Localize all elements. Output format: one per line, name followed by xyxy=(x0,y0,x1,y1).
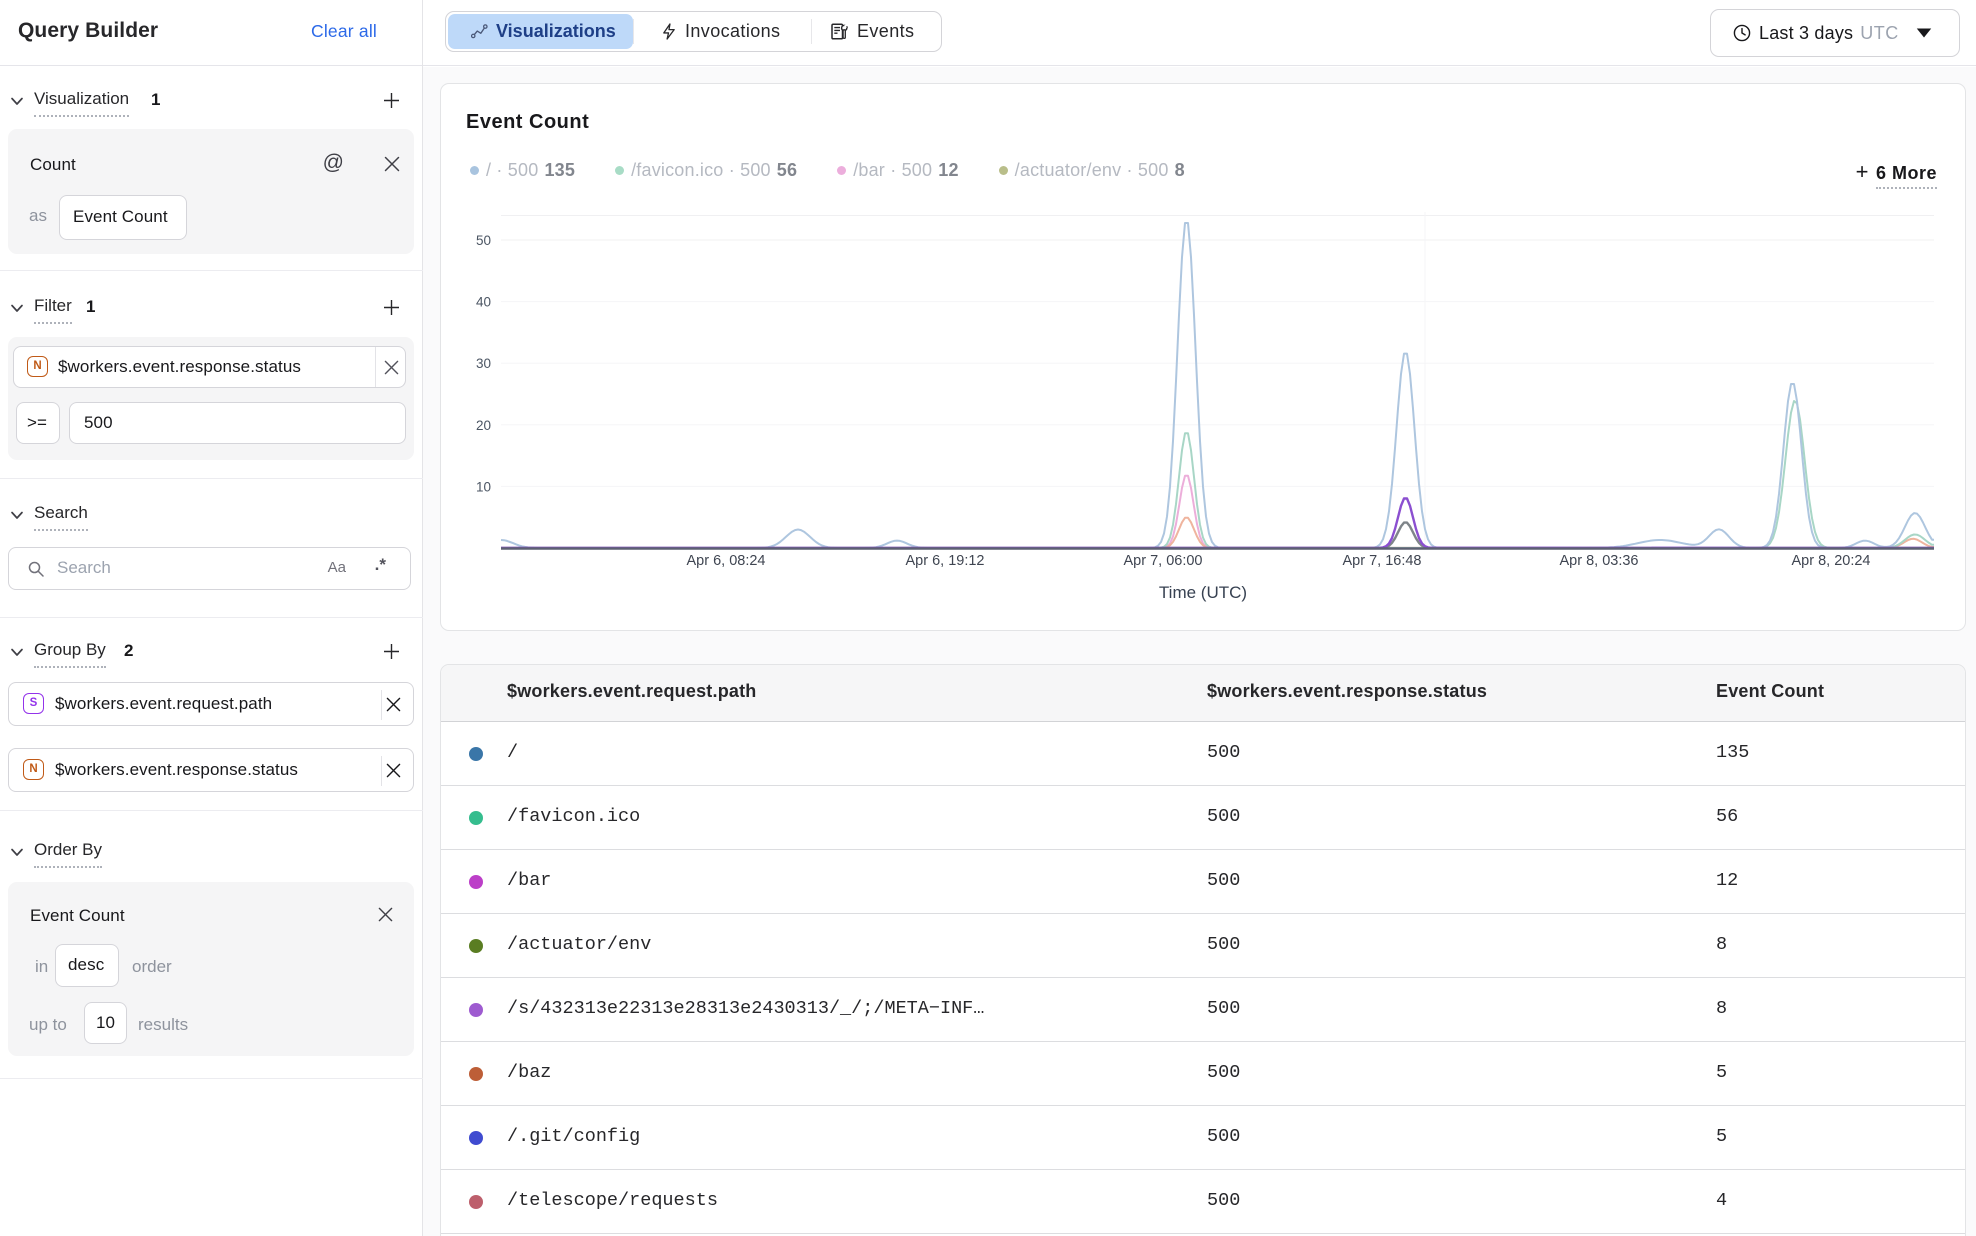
svg-text:Apr 7, 16:48: Apr 7, 16:48 xyxy=(1343,553,1422,569)
svg-text:30: 30 xyxy=(476,356,491,371)
svg-text:50: 50 xyxy=(476,233,491,248)
svg-text:Time (UTC): Time (UTC) xyxy=(1159,583,1247,602)
svg-text:40: 40 xyxy=(476,295,491,310)
svg-text:Apr 6, 19:12: Apr 6, 19:12 xyxy=(906,553,985,569)
svg-text:Apr 6, 08:24: Apr 6, 08:24 xyxy=(687,553,766,569)
svg-text:Apr 7, 06:00: Apr 7, 06:00 xyxy=(1124,553,1203,569)
svg-text:Apr 8, 20:24: Apr 8, 20:24 xyxy=(1792,553,1871,569)
svg-text:10: 10 xyxy=(476,479,491,494)
svg-text:20: 20 xyxy=(476,418,491,433)
svg-text:Apr 8, 03:36: Apr 8, 03:36 xyxy=(1560,553,1639,569)
